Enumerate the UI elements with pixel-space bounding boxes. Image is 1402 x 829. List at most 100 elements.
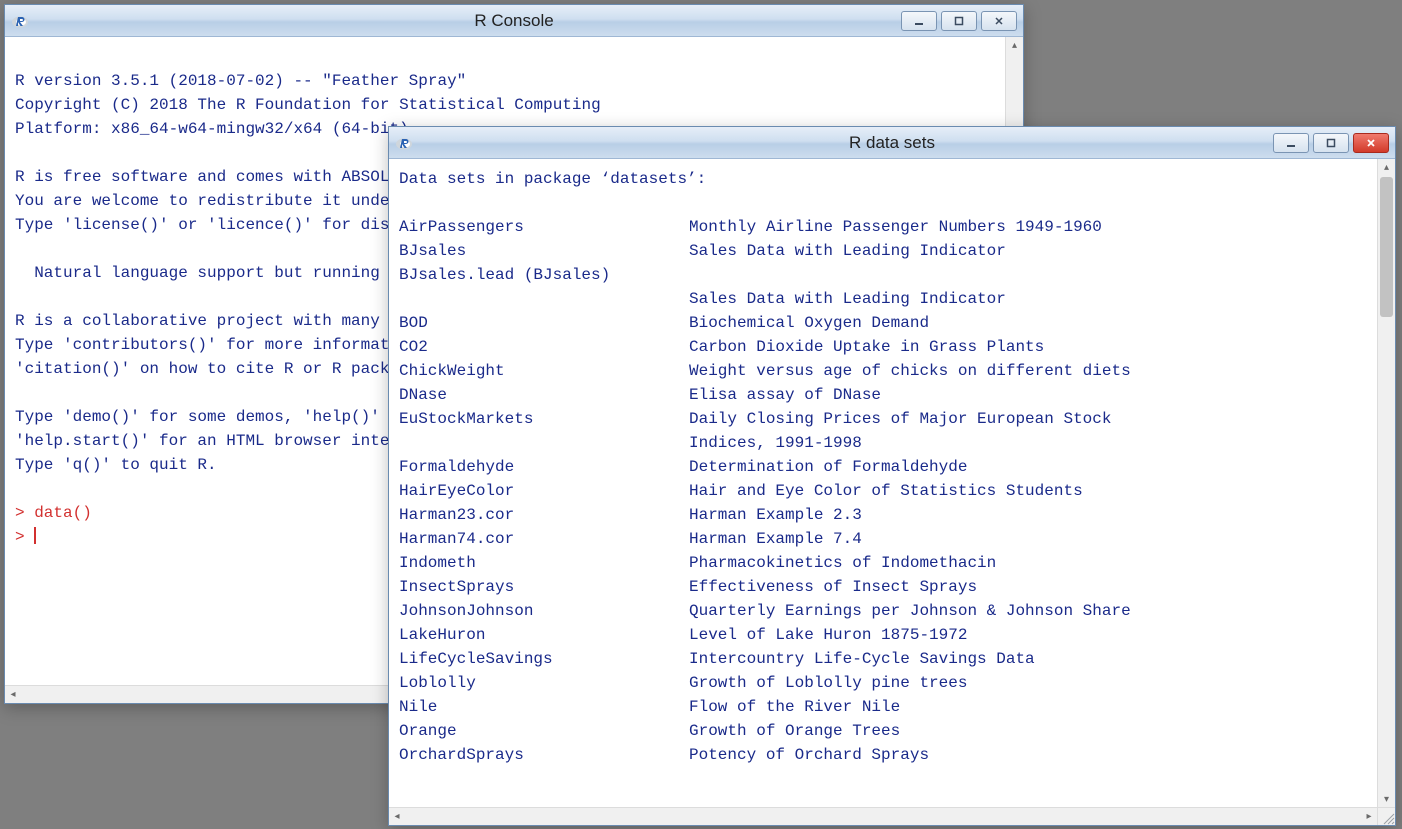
dataset-description xyxy=(689,263,1367,287)
dataset-name: Indometh xyxy=(399,551,689,575)
dataset-description: Harman Example 7.4 xyxy=(689,527,1367,551)
dataset-row: BJsalesSales Data with Leading Indicator xyxy=(399,239,1367,263)
dataset-description: Sales Data with Leading Indicator xyxy=(689,287,1367,311)
close-button[interactable] xyxy=(981,11,1017,31)
dataset-description: Intercountry Life-Cycle Savings Data xyxy=(689,647,1367,671)
dataset-description: Elisa assay of DNase xyxy=(689,383,1367,407)
dataset-row: Sales Data with Leading Indicator xyxy=(399,287,1367,311)
dataset-description: Quarterly Earnings per Johnson & Johnson… xyxy=(689,599,1367,623)
dataset-name: BOD xyxy=(399,311,689,335)
dataset-row: EuStockMarketsDaily Closing Prices of Ma… xyxy=(399,407,1367,431)
dataset-name: BJsales xyxy=(399,239,689,263)
console-line: R version 3.5.1 (2018-07-02) -- "Feather… xyxy=(15,69,995,93)
dataset-description: Growth of Loblolly pine trees xyxy=(689,671,1367,695)
scroll-thumb[interactable] xyxy=(1380,177,1393,317)
dataset-description: Pharmacokinetics of Indomethacin xyxy=(689,551,1367,575)
dataset-description: Harman Example 2.3 xyxy=(689,503,1367,527)
scroll-down-icon[interactable]: ▾ xyxy=(1378,791,1395,807)
r-logo-icon xyxy=(11,12,29,30)
dataset-row: JohnsonJohnsonQuarterly Earnings per Joh… xyxy=(399,599,1367,623)
dataset-name: Formaldehyde xyxy=(399,455,689,479)
dataset-row: Harman74.corHarman Example 7.4 xyxy=(399,527,1367,551)
dataset-description: Monthly Airline Passenger Numbers 1949-1… xyxy=(689,215,1367,239)
dataset-name: Nile xyxy=(399,695,689,719)
close-button[interactable] xyxy=(1353,133,1389,153)
dataset-row: Harman23.corHarman Example 2.3 xyxy=(399,503,1367,527)
dataset-description: Hair and Eye Color of Statistics Student… xyxy=(689,479,1367,503)
dataset-description: Potency of Orchard Sprays xyxy=(689,743,1367,767)
dataset-name: AirPassengers xyxy=(399,215,689,239)
dataset-name: Loblolly xyxy=(399,671,689,695)
dataset-name: OrchardSprays xyxy=(399,743,689,767)
text-cursor xyxy=(34,527,36,544)
blank-line xyxy=(399,191,1367,215)
dataset-row: OrangeGrowth of Orange Trees xyxy=(399,719,1367,743)
dataset-row: DNaseElisa assay of DNase xyxy=(399,383,1367,407)
dataset-name: Harman74.cor xyxy=(399,527,689,551)
scroll-left-icon[interactable]: ◂ xyxy=(5,686,21,703)
dataset-name: Harman23.cor xyxy=(399,503,689,527)
dataset-row: Indices, 1991-1998 xyxy=(399,431,1367,455)
maximize-button[interactable] xyxy=(941,11,977,31)
dataset-description: Daily Closing Prices of Major European S… xyxy=(689,407,1367,431)
scroll-up-icon[interactable]: ▴ xyxy=(1378,159,1395,175)
dataset-description: Biochemical Oxygen Demand xyxy=(689,311,1367,335)
maximize-button[interactable] xyxy=(1313,133,1349,153)
datasets-content[interactable]: Data sets in package ‘datasets’: AirPass… xyxy=(389,159,1395,825)
dataset-row: IndomethPharmacokinetics of Indomethacin xyxy=(399,551,1367,575)
dataset-name: LakeHuron xyxy=(399,623,689,647)
window-controls xyxy=(901,11,1017,31)
dataset-row: LifeCycleSavingsIntercountry Life-Cycle … xyxy=(399,647,1367,671)
console-line xyxy=(15,45,995,69)
dataset-description: Indices, 1991-1998 xyxy=(689,431,1367,455)
dataset-row: OrchardSpraysPotency of Orchard Sprays xyxy=(399,743,1367,767)
window-title: R data sets xyxy=(389,133,1395,153)
dataset-name: BJsales.lead (BJsales) xyxy=(399,263,689,287)
dataset-name: JohnsonJohnson xyxy=(399,599,689,623)
dataset-name xyxy=(399,287,689,311)
dataset-row: BODBiochemical Oxygen Demand xyxy=(399,311,1367,335)
scroll-right-icon[interactable]: ▸ xyxy=(1361,808,1377,825)
dataset-description: Carbon Dioxide Uptake in Grass Plants xyxy=(689,335,1367,359)
window-controls xyxy=(1273,133,1389,153)
dataset-description: Weight versus age of chicks on different… xyxy=(689,359,1367,383)
minimize-button[interactable] xyxy=(1273,133,1309,153)
titlebar[interactable]: R Console xyxy=(5,5,1023,37)
horizontal-scrollbar[interactable]: ◂ ▸ xyxy=(389,807,1377,825)
scroll-left-icon[interactable]: ◂ xyxy=(389,808,405,825)
dataset-description: Growth of Orange Trees xyxy=(689,719,1367,743)
dataset-row: InsectSpraysEffectiveness of Insect Spra… xyxy=(399,575,1367,599)
dataset-row: LoblollyGrowth of Loblolly pine trees xyxy=(399,671,1367,695)
titlebar[interactable]: R data sets xyxy=(389,127,1395,159)
dataset-description: Determination of Formaldehyde xyxy=(689,455,1367,479)
dataset-row: NileFlow of the River Nile xyxy=(399,695,1367,719)
datasets-header: Data sets in package ‘datasets’: xyxy=(399,167,1367,191)
dataset-name: EuStockMarkets xyxy=(399,407,689,431)
dataset-name: ChickWeight xyxy=(399,359,689,383)
dataset-row: CO2Carbon Dioxide Uptake in Grass Plants xyxy=(399,335,1367,359)
dataset-row: ChickWeightWeight versus age of chicks o… xyxy=(399,359,1367,383)
r-datasets-window[interactable]: R data sets Data sets in package ‘datase… xyxy=(388,126,1396,826)
resize-grip[interactable] xyxy=(1377,807,1395,825)
dataset-name: InsectSprays xyxy=(399,575,689,599)
dataset-description: Level of Lake Huron 1875-1972 xyxy=(689,623,1367,647)
dataset-name: HairEyeColor xyxy=(399,479,689,503)
dataset-name xyxy=(399,431,689,455)
dataset-name: Orange xyxy=(399,719,689,743)
dataset-row: AirPassengersMonthly Airline Passenger N… xyxy=(399,215,1367,239)
dataset-description: Sales Data with Leading Indicator xyxy=(689,239,1367,263)
window-title: R Console xyxy=(5,11,1023,31)
dataset-row: HairEyeColorHair and Eye Color of Statis… xyxy=(399,479,1367,503)
dataset-name: LifeCycleSavings xyxy=(399,647,689,671)
minimize-button[interactable] xyxy=(901,11,937,31)
dataset-name: DNase xyxy=(399,383,689,407)
dataset-row: FormaldehydeDetermination of Formaldehyd… xyxy=(399,455,1367,479)
dataset-row: LakeHuronLevel of Lake Huron 1875-1972 xyxy=(399,623,1367,647)
scroll-up-icon[interactable]: ▴ xyxy=(1006,37,1023,53)
vertical-scrollbar[interactable]: ▴ ▾ xyxy=(1377,159,1395,807)
console-line: Copyright (C) 2018 The R Foundation for … xyxy=(15,93,995,117)
dataset-description: Effectiveness of Insect Sprays xyxy=(689,575,1367,599)
r-logo-icon xyxy=(395,134,413,152)
dataset-row: BJsales.lead (BJsales) xyxy=(399,263,1367,287)
dataset-description: Flow of the River Nile xyxy=(689,695,1367,719)
